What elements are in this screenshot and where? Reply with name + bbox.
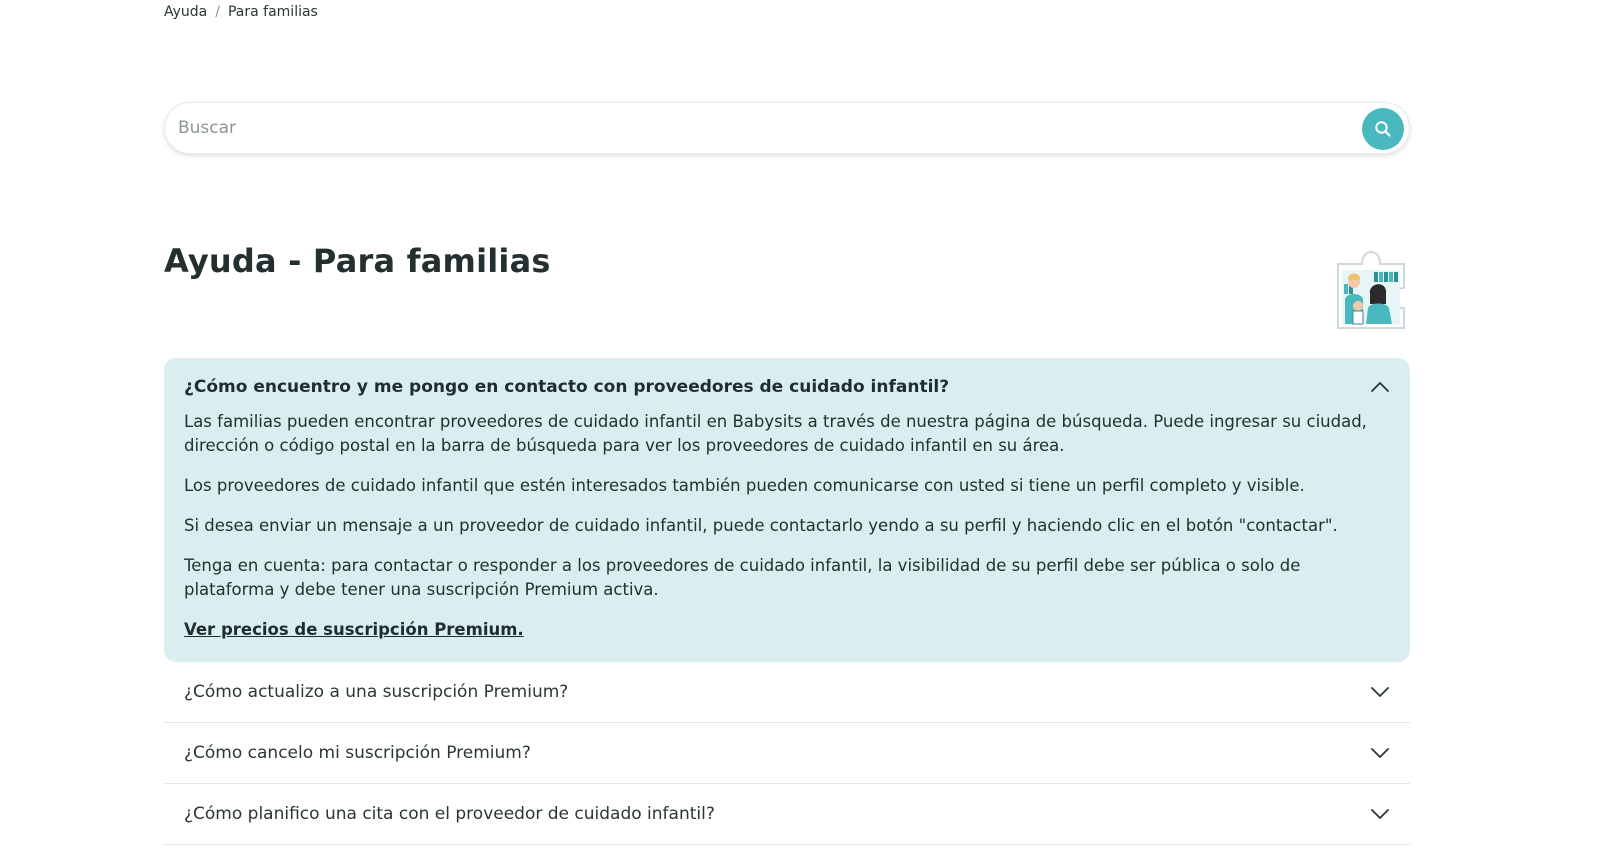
family-illustration: [1337, 250, 1405, 329]
breadcrumb-separator: /: [215, 4, 220, 20]
faq-list: ¿Cómo encuentro y me pongo en contacto c…: [164, 358, 1410, 845]
faq-answer: Las familias pueden encontrar proveedore…: [184, 410, 1390, 642]
faq-question-toggle[interactable]: ¿Cómo cancelo mi suscripción Premium?: [184, 736, 1390, 770]
breadcrumb-item-para-familias[interactable]: Para familias: [228, 4, 318, 20]
search-button[interactable]: [1362, 108, 1404, 150]
faq-answer-paragraph: Tenga en cuenta: para contactar o respon…: [184, 556, 1301, 599]
page-title: Ayuda - Para familias: [164, 242, 551, 280]
faq-question: ¿Cómo planifico una cita con el proveedo…: [184, 804, 715, 824]
faq-question-toggle[interactable]: ¿Cómo actualizo a una suscripción Premiu…: [184, 675, 1390, 709]
search-input[interactable]: [178, 103, 1318, 153]
faq-question: ¿Cómo cancelo mi suscripción Premium?: [184, 743, 531, 763]
faq-question: ¿Cómo actualizo a una suscripción Premiu…: [184, 682, 569, 702]
faq-item-open: ¿Cómo encuentro y me pongo en contacto c…: [164, 358, 1410, 662]
faq-item[interactable]: ¿Cómo planifico una cita con el proveedo…: [164, 784, 1410, 845]
chevron-down-icon: [1371, 809, 1389, 819]
premium-pricing-link[interactable]: Ver precios de suscripción Premium.: [184, 618, 524, 642]
breadcrumb-item-ayuda[interactable]: Ayuda: [164, 4, 207, 20]
faq-answer-paragraph: Los proveedores de cuidado infantil que …: [184, 476, 1305, 495]
faq-answer-paragraph: Las familias pueden encontrar proveedore…: [184, 412, 1367, 455]
breadcrumb: Ayuda / Para familias: [164, 4, 318, 20]
faq-question-toggle[interactable]: ¿Cómo encuentro y me pongo en contacto c…: [184, 370, 1390, 404]
search-icon: [1375, 121, 1391, 137]
page: Ayuda / Para familias Ayuda - Para famil…: [0, 0, 1621, 850]
chevron-down-icon: [1371, 687, 1389, 697]
chevron-up-icon: [1371, 382, 1389, 392]
search-bar: [164, 102, 1410, 154]
faq-item[interactable]: ¿Cómo actualizo a una suscripción Premiu…: [164, 662, 1410, 723]
faq-item[interactable]: ¿Cómo cancelo mi suscripción Premium?: [164, 723, 1410, 784]
faq-answer-paragraph: Si desea enviar un mensaje a un proveedo…: [184, 516, 1338, 535]
faq-question: ¿Cómo encuentro y me pongo en contacto c…: [184, 377, 950, 397]
faq-question-toggle[interactable]: ¿Cómo planifico una cita con el proveedo…: [184, 797, 1390, 831]
chevron-down-icon: [1371, 748, 1389, 758]
